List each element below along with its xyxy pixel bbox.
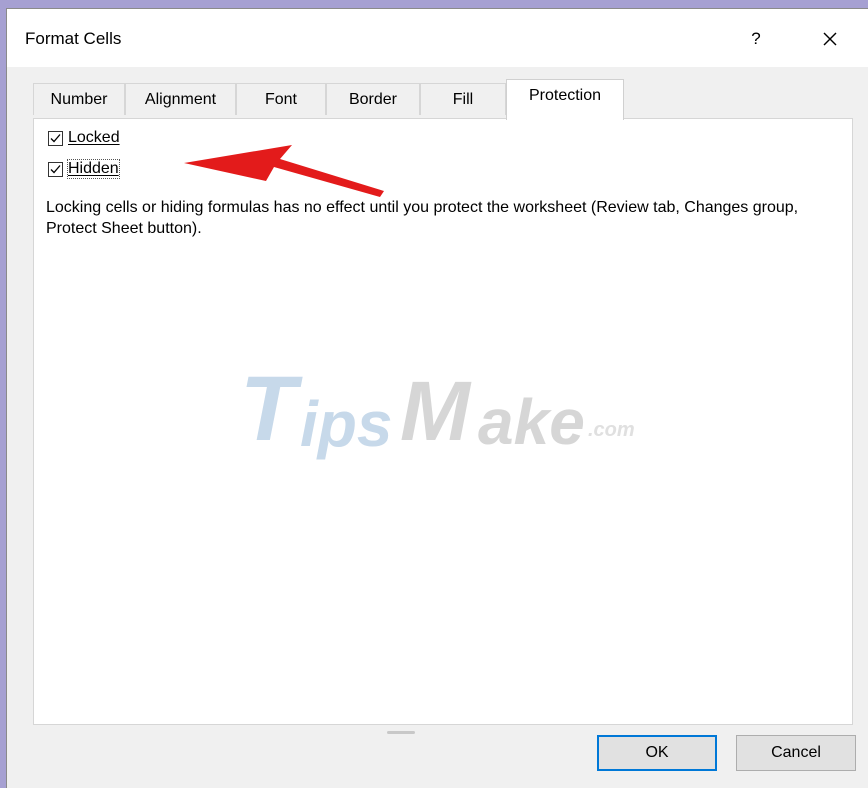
close-icon [823, 32, 837, 46]
hidden-checkbox-box[interactable] [48, 161, 63, 177]
hidden-label: Hidden [67, 159, 120, 179]
red-arrow-annotation [184, 145, 384, 197]
tab-font[interactable]: Font [236, 83, 326, 115]
ok-button[interactable]: OK [597, 735, 717, 771]
help-button[interactable]: ? [741, 25, 771, 53]
title-bar: Format Cells ? [7, 9, 868, 67]
hidden-checkbox[interactable]: Hidden [48, 158, 120, 180]
close-button[interactable] [815, 25, 845, 53]
tab-fill[interactable]: Fill [420, 83, 506, 115]
format-cells-dialog: Format Cells ? Number Alignment Font Bor… [6, 8, 868, 788]
locked-checkbox-box[interactable] [48, 130, 63, 146]
checkmark-icon [50, 133, 61, 142]
locked-label: Locked [68, 129, 120, 146]
locked-checkbox[interactable]: Locked [48, 127, 120, 149]
dialog-title: Format Cells [25, 29, 122, 48]
cancel-button[interactable]: Cancel [736, 735, 856, 771]
tab-number[interactable]: Number [33, 83, 125, 115]
protection-description: Locking cells or hiding formulas has no … [46, 199, 799, 237]
tab-border[interactable]: Border [326, 83, 420, 115]
protection-panel: Locked Hidden Locking cells or hiding fo… [33, 118, 853, 725]
resize-grip [387, 731, 415, 734]
checkmark-icon [50, 164, 61, 173]
tipsmake-watermark: T ips M ake .com [240, 358, 635, 460]
tab-protection[interactable]: Protection [506, 79, 624, 120]
tab-alignment[interactable]: Alignment [125, 83, 236, 115]
tab-strip: Number Alignment Font Border Fill Protec… [33, 79, 853, 120]
